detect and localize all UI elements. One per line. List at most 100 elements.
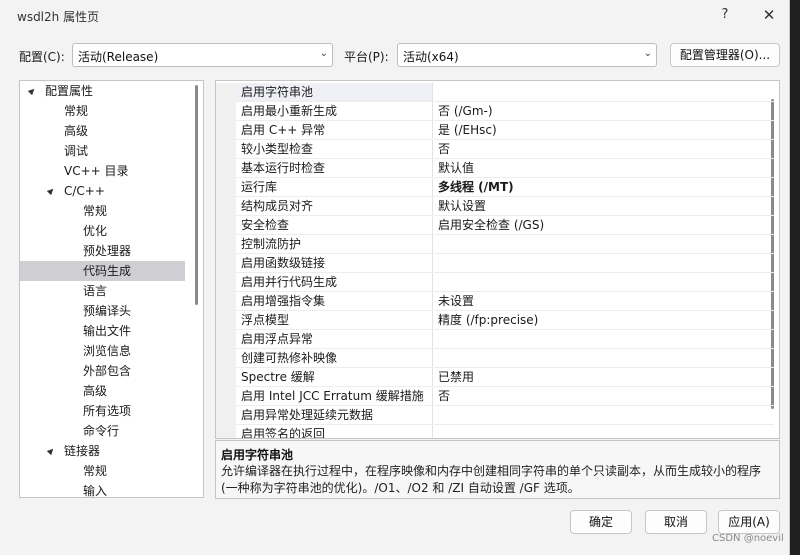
property-row[interactable]: 启用并行代码生成 (216, 273, 774, 292)
tree-item[interactable]: 高级 (20, 121, 185, 141)
expand-arrow-icon[interactable]: ▲ (42, 182, 60, 200)
tree-item[interactable]: 外部包含 (20, 361, 185, 381)
property-name: 启用字符串池 (236, 83, 433, 102)
property-value[interactable] (434, 273, 774, 292)
property-value[interactable]: 启用安全检查 (/GS) (434, 216, 774, 235)
property-value[interactable] (434, 406, 774, 425)
property-value[interactable]: 否 (434, 387, 774, 406)
tree-item[interactable]: 常规 (20, 201, 185, 221)
property-row[interactable]: 启用字符串池 (216, 83, 774, 102)
property-value[interactable] (434, 235, 774, 254)
property-row[interactable]: 基本运行时检查 默认值 (216, 159, 774, 178)
chevron-down-icon: ⌄ (643, 48, 652, 59)
tree-item[interactable]: 语言 (20, 281, 185, 301)
tree-item-label: 高级 (64, 124, 89, 138)
expand-arrow-icon[interactable]: ▲ (42, 442, 60, 460)
tree-item-label: 代码生成 (83, 264, 132, 278)
property-value[interactable] (434, 83, 774, 102)
tree-item-label: C/C++ (64, 184, 105, 198)
tree-item-label: 所有选项 (83, 404, 132, 418)
close-icon[interactable]: ✕ (759, 5, 779, 25)
row-gutter (216, 387, 236, 406)
property-value[interactable]: 是 (/EHsc) (434, 121, 774, 140)
property-row[interactable]: 浮点模型 精度 (/fp:precise) (216, 311, 774, 330)
property-value[interactable]: 已禁用 (434, 368, 774, 387)
apply-button[interactable]: 应用(A) (718, 510, 780, 534)
tree-item[interactable]: 常规 (20, 461, 185, 481)
tree-item[interactable]: 调试 (20, 141, 185, 161)
tree-item[interactable]: 优化 (20, 221, 185, 241)
property-value[interactable] (434, 254, 774, 273)
cancel-button[interactable]: 取消 (645, 510, 707, 534)
property-row[interactable]: Spectre 缓解 已禁用 (216, 368, 774, 387)
property-name: 启用 Intel JCC Erratum 缓解措施 (236, 387, 433, 406)
property-value[interactable]: 多线程 (/MT) (434, 178, 774, 197)
property-row[interactable]: 运行库 多线程 (/MT) (216, 178, 774, 197)
property-row[interactable]: 启用最小重新生成否 (/Gm-) (216, 102, 774, 121)
tree-item[interactable]: 所有选项 (20, 401, 185, 421)
property-name: 结构成员对齐 (236, 197, 433, 216)
property-row[interactable]: 创建可热修补映像 (216, 349, 774, 368)
config-label: 配置(C): (19, 50, 65, 64)
tree-item[interactable]: 常规 (20, 101, 185, 121)
tree-item-label: 外部包含 (83, 364, 132, 378)
property-row[interactable]: 较小类型检查否 (216, 140, 774, 159)
property-name: 浮点模型 (236, 311, 433, 330)
row-gutter (216, 121, 236, 140)
row-gutter (216, 178, 236, 197)
property-value[interactable] (434, 425, 774, 438)
property-value[interactable]: 默认设置 (434, 197, 774, 216)
help-icon[interactable]: ? (716, 5, 734, 25)
tree-item[interactable]: 预处理器 (20, 241, 185, 261)
property-grid[interactable]: 启用字符串池 启用最小重新生成否 (/Gm-) 启用 C++ 异常是 (/EHsc)… (215, 80, 780, 439)
property-name: 启用异常处理延续元数据 (236, 406, 433, 425)
configuration-manager-button[interactable]: 配置管理器(O)... (670, 43, 780, 67)
property-name: 启用增强指令集 (236, 292, 433, 311)
tree-item[interactable]: 输入 (20, 481, 185, 498)
property-value[interactable]: 否 (/Gm-) (434, 102, 774, 121)
row-gutter (216, 292, 236, 311)
property-value[interactable]: 默认值 (434, 159, 774, 178)
tree-item[interactable]: ▲ C/C++ (20, 181, 185, 201)
config-dropdown[interactable]: 活动(Release) ⌄ (72, 43, 333, 67)
platform-label: 平台(P): (344, 50, 389, 64)
tree-item[interactable]: 高级 (20, 381, 185, 401)
tree-item-label: 输入 (83, 484, 108, 498)
property-row[interactable]: 启用浮点异常 (216, 330, 774, 349)
tree-item-label: 输出文件 (83, 324, 132, 338)
tree-scrollbar[interactable] (195, 85, 198, 305)
property-value[interactable]: 否 (434, 140, 774, 159)
property-row[interactable]: 启用 C++ 异常是 (/EHsc) (216, 121, 774, 140)
tree-item-label: 常规 (83, 464, 108, 478)
property-row[interactable]: 控制流防护 (216, 235, 774, 254)
chevron-down-icon: ⌄ (319, 48, 328, 59)
tree-item[interactable]: 代码生成 (20, 261, 185, 281)
row-gutter (216, 311, 236, 330)
tree-item[interactable]: VC++ 目录 (20, 161, 185, 181)
property-value[interactable] (434, 349, 774, 368)
property-value[interactable] (434, 330, 774, 349)
property-value[interactable]: 精度 (/fp:precise) (434, 311, 774, 330)
property-row[interactable]: 启用增强指令集 未设置 (216, 292, 774, 311)
ok-button[interactable]: 确定 (570, 510, 632, 534)
property-tree[interactable]: ▲ 配置属性 常规 高级 调试 VC++ 目录 ▲ C/C++ 常规 优化 预处理器 代码生成 语言 预编… (19, 80, 204, 498)
expand-arrow-icon[interactable]: ▲ (23, 82, 41, 100)
property-name: 安全检查 (236, 216, 433, 235)
property-row[interactable]: 启用异常处理延续元数据 (216, 406, 774, 425)
property-name: 启用并行代码生成 (236, 273, 433, 292)
tree-item-label: 常规 (83, 204, 108, 218)
tree-item[interactable]: 命令行 (20, 421, 185, 441)
property-row[interactable]: 启用函数级链接 (216, 254, 774, 273)
tree-item[interactable]: ▲ 链接器 (20, 441, 185, 461)
property-value[interactable]: 未设置 (434, 292, 774, 311)
tree-item[interactable]: 预编译头 (20, 301, 185, 321)
property-row[interactable]: 启用 Intel JCC Erratum 缓解措施否 (216, 387, 774, 406)
property-row[interactable]: 启用签名的返回 (216, 425, 774, 438)
row-gutter (216, 159, 236, 178)
platform-dropdown[interactable]: 活动(x64) ⌄ (397, 43, 657, 67)
property-row[interactable]: 安全检查 启用安全检查 (/GS) (216, 216, 774, 235)
tree-item[interactable]: 输出文件 (20, 321, 185, 341)
tree-item[interactable]: 浏览信息 (20, 341, 185, 361)
tree-item[interactable]: ▲ 配置属性 (20, 81, 185, 101)
property-row[interactable]: 结构成员对齐 默认设置 (216, 197, 774, 216)
